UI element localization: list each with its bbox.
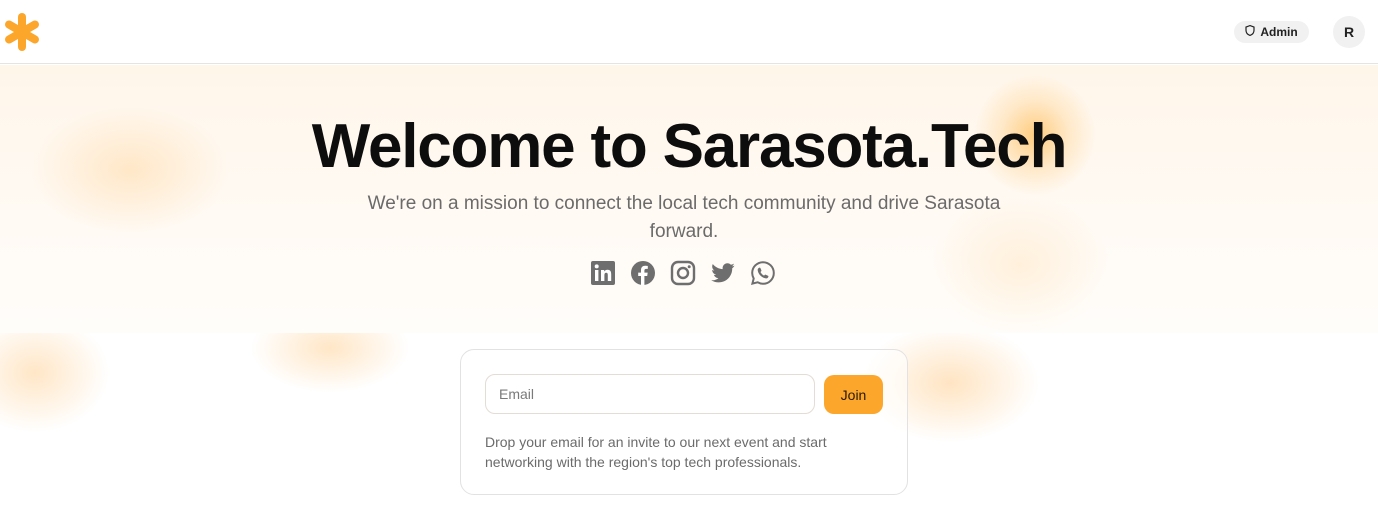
email-input[interactable]: [485, 374, 815, 414]
top-navbar: Admin R: [0, 0, 1378, 64]
avatar-initial: R: [1343, 24, 1355, 40]
hero-subtitle: We're on a mission to connect the local …: [367, 193, 1001, 242]
join-button[interactable]: Join: [824, 375, 883, 414]
hero-section: Welcome to Sarasota.Tech We're on a miss…: [0, 65, 1378, 333]
admin-label: Admin: [1260, 25, 1298, 39]
sarasota-tech-logo-icon[interactable]: [1, 11, 43, 53]
hero-title: Welcome to Sarasota.Tech: [311, 112, 1068, 181]
user-avatar[interactable]: R: [1333, 16, 1365, 48]
twitter-icon[interactable]: [710, 260, 736, 286]
page: Admin R Welcome to Sarasota.Tech We're o…: [0, 0, 1378, 530]
linkedin-icon[interactable]: [590, 260, 616, 286]
decorative-glow: [250, 333, 410, 393]
facebook-icon[interactable]: [630, 260, 656, 286]
instagram-icon[interactable]: [670, 260, 696, 286]
email-signup-card: Join Drop your email for an invite to ou…: [460, 349, 908, 495]
whatsapp-icon[interactable]: [750, 260, 776, 286]
shield-icon: [1245, 24, 1255, 39]
decorative-glow: [0, 333, 110, 433]
signup-note: Drop your email for an invite to our nex…: [485, 434, 827, 470]
admin-button[interactable]: Admin: [1234, 21, 1309, 43]
social-links: [590, 260, 780, 286]
